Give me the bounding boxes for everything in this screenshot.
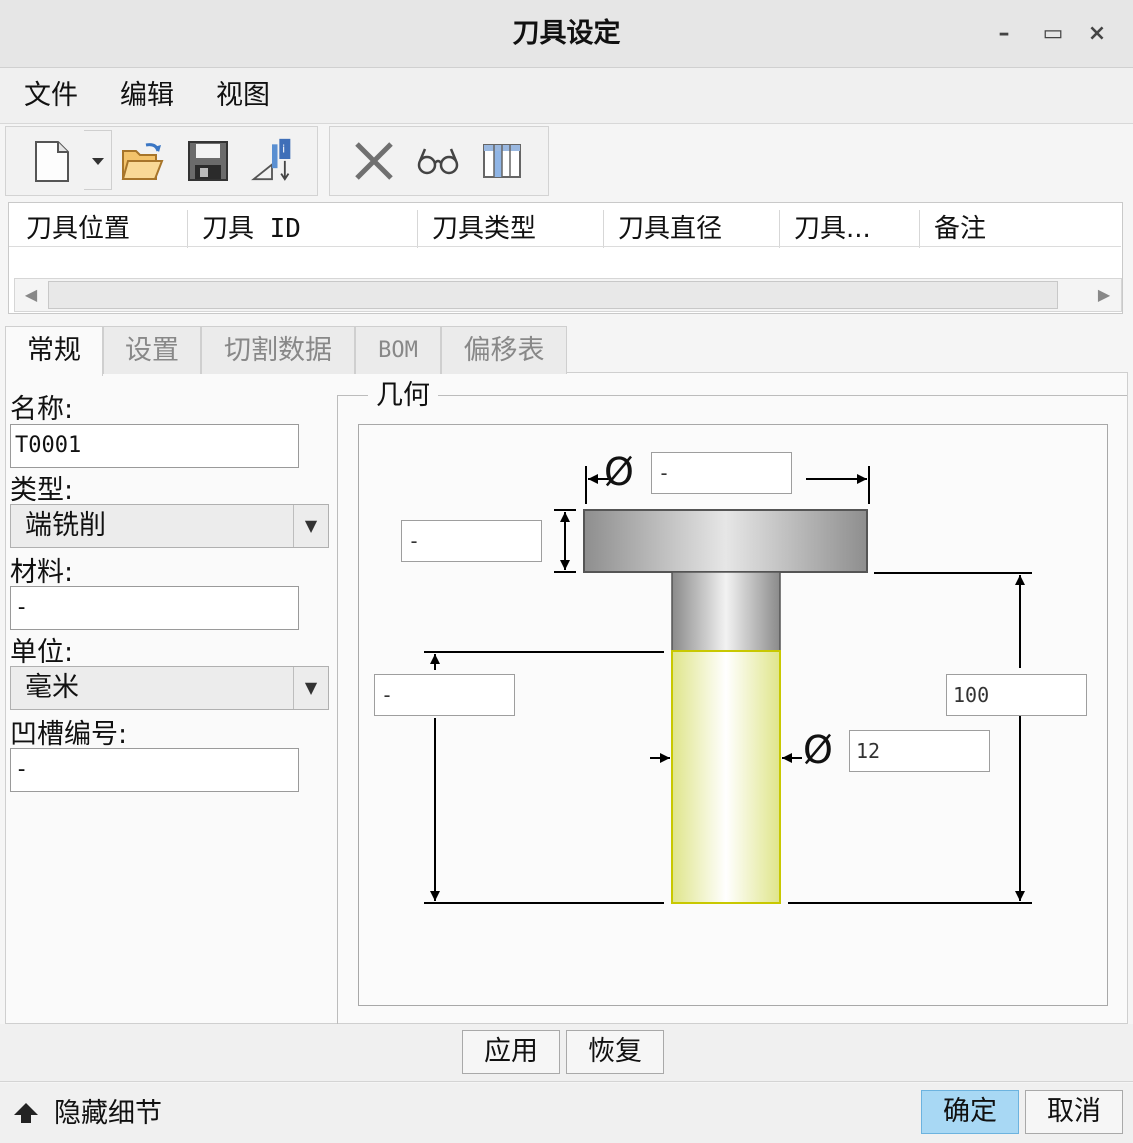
- save-icon[interactable]: [186, 139, 230, 183]
- tab-cutting-data[interactable]: 切割数据: [201, 326, 355, 374]
- cancel-button[interactable]: 取消: [1025, 1090, 1123, 1134]
- unit-label: 单位:: [10, 637, 74, 668]
- unit-select[interactable]: 毫米 ▼: [10, 666, 329, 710]
- geometry-group-label: 几何: [368, 380, 438, 412]
- new-dropdown-icon[interactable]: [84, 130, 112, 190]
- col-tool-more[interactable]: 刀具...: [780, 210, 920, 248]
- close-button[interactable]: ×: [1085, 22, 1109, 46]
- delete-icon[interactable]: [352, 139, 396, 183]
- menu-file[interactable]: 文件: [20, 74, 82, 118]
- notch-field[interactable]: -: [10, 748, 299, 792]
- ok-button[interactable]: 确定: [921, 1090, 1019, 1134]
- type-select[interactable]: 端铣削 ▼: [10, 504, 329, 548]
- holder-length-field[interactable]: -: [401, 520, 542, 562]
- material-label: 材料:: [10, 557, 74, 588]
- menu-view[interactable]: 视图: [212, 74, 274, 118]
- scrollbar-thumb[interactable]: [48, 281, 1058, 309]
- scroll-right-icon[interactable]: ▶: [1088, 279, 1120, 311]
- type-label: 类型:: [10, 475, 74, 506]
- col-tool-position[interactable]: 刀具位置: [12, 210, 188, 248]
- holder-diameter-field[interactable]: -: [651, 452, 792, 494]
- chevron-down-icon[interactable]: ▼: [293, 667, 328, 709]
- cutter-diameter-field[interactable]: 12: [849, 730, 990, 772]
- cutting-length-field[interactable]: -: [374, 674, 515, 716]
- material-field[interactable]: -: [10, 586, 299, 630]
- svg-text:i: i: [282, 143, 285, 156]
- unit-select-value: 毫米: [25, 672, 79, 703]
- holder-body: [583, 509, 868, 573]
- tab-bom[interactable]: BOM: [355, 326, 441, 374]
- tool-flute: [671, 650, 781, 904]
- name-label: 名称:: [10, 394, 74, 425]
- window-title: 刀具设定: [512, 18, 621, 49]
- type-select-value: 端铣削: [25, 510, 106, 541]
- new-icon[interactable]: [30, 139, 74, 183]
- menu-edit[interactable]: 编辑: [116, 74, 178, 118]
- columns-icon[interactable]: [480, 139, 524, 183]
- minimize-button[interactable]: –: [992, 22, 1016, 46]
- header-divider: [9, 246, 1121, 247]
- col-tool-diameter[interactable]: 刀具直径: [604, 210, 780, 248]
- col-tool-id[interactable]: 刀具 ID: [188, 210, 418, 248]
- measure-tool-icon[interactable]: i: [250, 137, 294, 181]
- chevron-down-icon[interactable]: ▼: [293, 505, 328, 547]
- tab-settings[interactable]: 设置: [103, 326, 201, 374]
- col-tool-type[interactable]: 刀具类型: [418, 210, 604, 248]
- diameter-symbol-cutter: Ø: [803, 728, 833, 772]
- tab-offset-table[interactable]: 偏移表: [441, 326, 567, 374]
- overall-length-field[interactable]: 100: [946, 674, 1087, 716]
- open-folder-icon[interactable]: [120, 139, 164, 183]
- tool-shank: [671, 571, 781, 652]
- hide-details-link[interactable]: 隐藏细节: [54, 1094, 162, 1134]
- collapse-up-icon[interactable]: [12, 1101, 40, 1125]
- scroll-left-icon[interactable]: ◀: [15, 279, 47, 311]
- restore-button[interactable]: 恢复: [566, 1030, 664, 1074]
- preview-glasses-icon[interactable]: [416, 139, 460, 183]
- name-field[interactable]: T0001: [10, 424, 299, 468]
- notch-label: 凹槽编号:: [10, 719, 128, 750]
- tab-general[interactable]: 常规: [5, 326, 103, 376]
- maximize-button[interactable]: ▭: [1041, 22, 1065, 46]
- col-notes[interactable]: 备注: [920, 210, 1120, 248]
- apply-button[interactable]: 应用: [462, 1030, 560, 1074]
- diameter-symbol-top: Ø: [604, 450, 634, 494]
